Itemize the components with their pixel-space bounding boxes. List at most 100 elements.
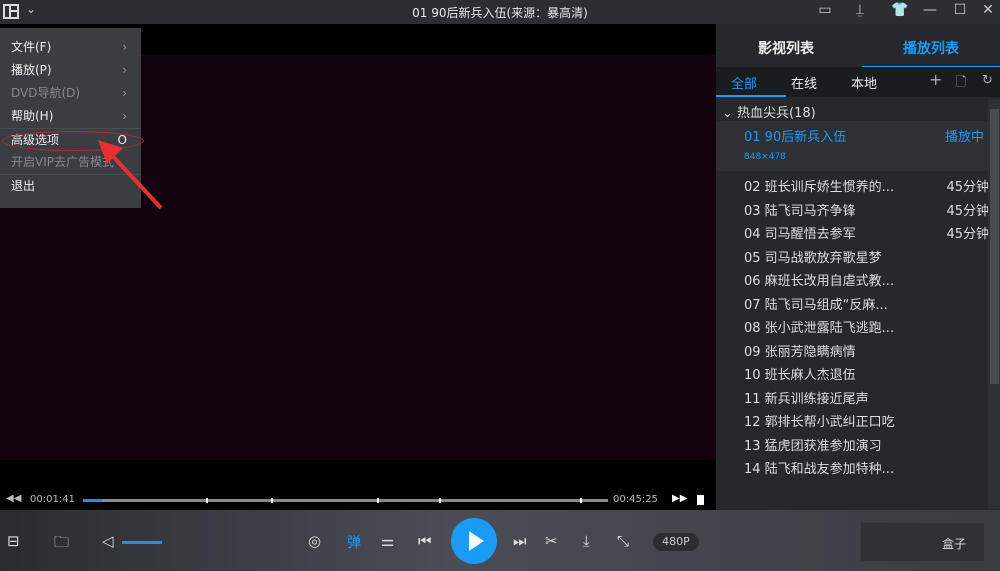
menu-label: DVD导航(D) [11,86,81,100]
playlist-item[interactable]: 03 陆飞司马齐争锋 45分钟 [744,200,989,223]
total-time: 00:45:25 [613,494,658,505]
pin-icon[interactable]: ⍊ [850,2,870,18]
current-title: 01 90后新兵入伍 [744,130,847,145]
chevron-right-icon: › [122,109,127,123]
add-icon[interactable]: + [929,70,942,89]
playlist-item[interactable]: 06 麻班长改用自虐式教... [744,270,989,293]
item-title: 08 张小武泄露陆飞逃跑... [744,321,895,336]
item-title: 06 麻班长改用自虐式教... [744,274,895,289]
seek-bar: ◀◀ 00:01:41 00:45:25 ▶▶ [0,490,716,510]
rewind-icon[interactable]: ◀◀ [6,493,21,504]
scrollbar-thumb[interactable] [990,109,999,384]
eye-icon[interactable]: ◎ [308,532,321,550]
chevron-right-icon: › [122,40,127,54]
playlist-item[interactable]: 04 司马醒悟去参军 45分钟 [744,223,989,246]
item-title: 02 班长训斥娇生惯养的... [744,180,895,195]
menu-label: 播放(P) [11,63,52,77]
menu-item-file[interactable]: 文件(F) › [0,36,141,59]
playlist-item[interactable]: 14 陆飞和战友参加特种... [744,458,989,481]
filter-all[interactable]: 全部 [731,73,757,92]
box-label: 盒子 [941,537,966,551]
playlist-item[interactable]: 11 新兵训练接近尾声 [744,388,989,411]
chevron-right-icon: › [122,63,127,77]
item-title: 05 司马战歌放弃歌星梦 [744,250,882,266]
control-bar: ⊟ 🗀 ◁ ◎ 弹 ⚌ ⏮ ⏭ ✂ ⤓ ⤡ 480P 盒子 [0,510,1000,571]
tab-play-list[interactable]: 播放列表 [903,38,959,58]
stop-icon[interactable] [697,495,704,505]
progress-fill [83,499,103,502]
chapter-marker [206,498,208,503]
settings-sliders-icon[interactable]: ⚌ [381,532,394,550]
item-title: 09 张丽芳隐瞒病情 [744,344,856,360]
menu-label: 退出 [11,179,36,193]
chapter-marker [580,498,582,503]
volume-slider[interactable] [122,541,162,544]
item-title: 10 班长麻人杰退伍 [744,368,856,383]
current-item[interactable]: 01 90后新兵入伍 播放中 848×478 [716,121,988,171]
item-title: 11 新兵训练接近尾声 [744,391,869,407]
close-icon[interactable]: ✕ [978,2,998,18]
menu-label: 帮助(H) [11,109,54,123]
danmaku-button[interactable]: 弹 [347,532,361,552]
fullscreen-icon[interactable]: ⤡ [617,532,629,550]
playlist-item[interactable]: 05 司马战歌放弃歌星梦 [744,247,989,270]
play-button[interactable] [451,518,497,564]
active-filter-indicator [716,95,786,97]
item-title: 13 猛虎团获准参加演习 [744,438,882,454]
scissors-icon[interactable]: ✂ [545,532,558,550]
item-duration: 45分钟 [946,180,989,195]
playlist-item[interactable]: 02 班长训斥娇生惯养的... 45分钟 [744,176,989,199]
title-bar: ⌄ 01 90后新兵入伍(来源：暴高清) ▭ ⍊ 👕 — ☐ ✕ [0,0,1000,24]
quality-button[interactable]: 480P [653,533,699,551]
progress-slider[interactable] [83,498,608,503]
fast-forward-icon[interactable]: ▶▶ [672,493,687,504]
menu-item-help[interactable]: 帮助(H) › [0,105,141,128]
item-duration: 45分钟 [946,203,989,219]
playlist-item[interactable]: 08 张小武泄露陆飞逃跑... [744,317,989,340]
loop-icon[interactable]: ↻ [982,73,993,88]
chapter-marker [439,498,441,503]
playlist-item[interactable]: 12 郭排长帮小武纠正口吃 [744,411,989,434]
chapter-marker [271,498,273,503]
scrollbar[interactable] [988,99,1000,509]
menu-item-dvd: DVD导航(D) › [0,82,141,105]
download-icon[interactable]: ⤓ [583,532,590,550]
group-title: 热血尖兵(18) [737,106,816,121]
open-folder-icon[interactable]: 🗀 [54,532,69,557]
chapter-marker [377,498,379,503]
playlist-item[interactable]: 13 猛虎团获准参加演习 [744,435,989,458]
previous-icon[interactable]: ⏮ [418,532,432,550]
filter-online[interactable]: 在线 [791,73,817,92]
skin-icon[interactable]: 👕 [890,2,910,18]
chevron-right-icon: › [122,86,127,100]
playlist-panel: 影视列表 播放列表 全部 在线 本地 + 🗋 ↻ ⌄ 热血尖兵(18) 01 9… [716,24,1000,510]
playlist-item[interactable]: 10 班长麻人杰退伍 [744,364,989,387]
filter-bar: 全部 在线 本地 + 🗋 ↻ [716,67,1000,97]
clear-list-icon[interactable]: 🗋 [956,73,966,95]
next-icon[interactable]: ⏭ [513,532,527,550]
current-resolution: 848×478 [744,152,786,162]
playlist-item[interactable]: 07 陆飞司马组成“反麻... [744,294,989,317]
filter-local[interactable]: 本地 [851,73,877,92]
item-title: 14 陆飞和战友参加特种... [744,462,895,477]
item-duration: 45分钟 [946,227,989,242]
item-title: 04 司马醒悟去参军 [744,227,856,242]
playlist-item[interactable]: 09 张丽芳隐瞒病情 [744,341,989,364]
playlist-group[interactable]: ⌄ 热血尖兵(18) [722,102,816,121]
menu-label: 文件(F) [11,40,52,54]
volume-icon[interactable]: ◁ [102,532,114,550]
item-title: 07 陆飞司马组成“反麻... [744,297,888,313]
message-icon[interactable]: ▭ [815,2,835,18]
menu-item-play[interactable]: 播放(P) › [0,59,141,82]
chevron-down-icon: ⌄ [722,106,738,121]
minimize-icon[interactable]: — [920,2,940,18]
current-status: 播放中 [944,130,984,145]
toolbox-icon[interactable]: ⊟ [7,532,20,550]
tab-media-list[interactable]: 影视列表 [758,38,814,58]
item-title: 12 郭排长帮小武纠正口吃 [744,415,895,430]
annotation-arrow-icon [98,140,163,210]
maximize-icon[interactable]: ☐ [950,2,970,18]
item-title: 03 陆飞司马齐争锋 [744,203,856,219]
box-button[interactable]: 盒子 [860,522,985,562]
elapsed-time: 00:01:41 [30,494,75,505]
